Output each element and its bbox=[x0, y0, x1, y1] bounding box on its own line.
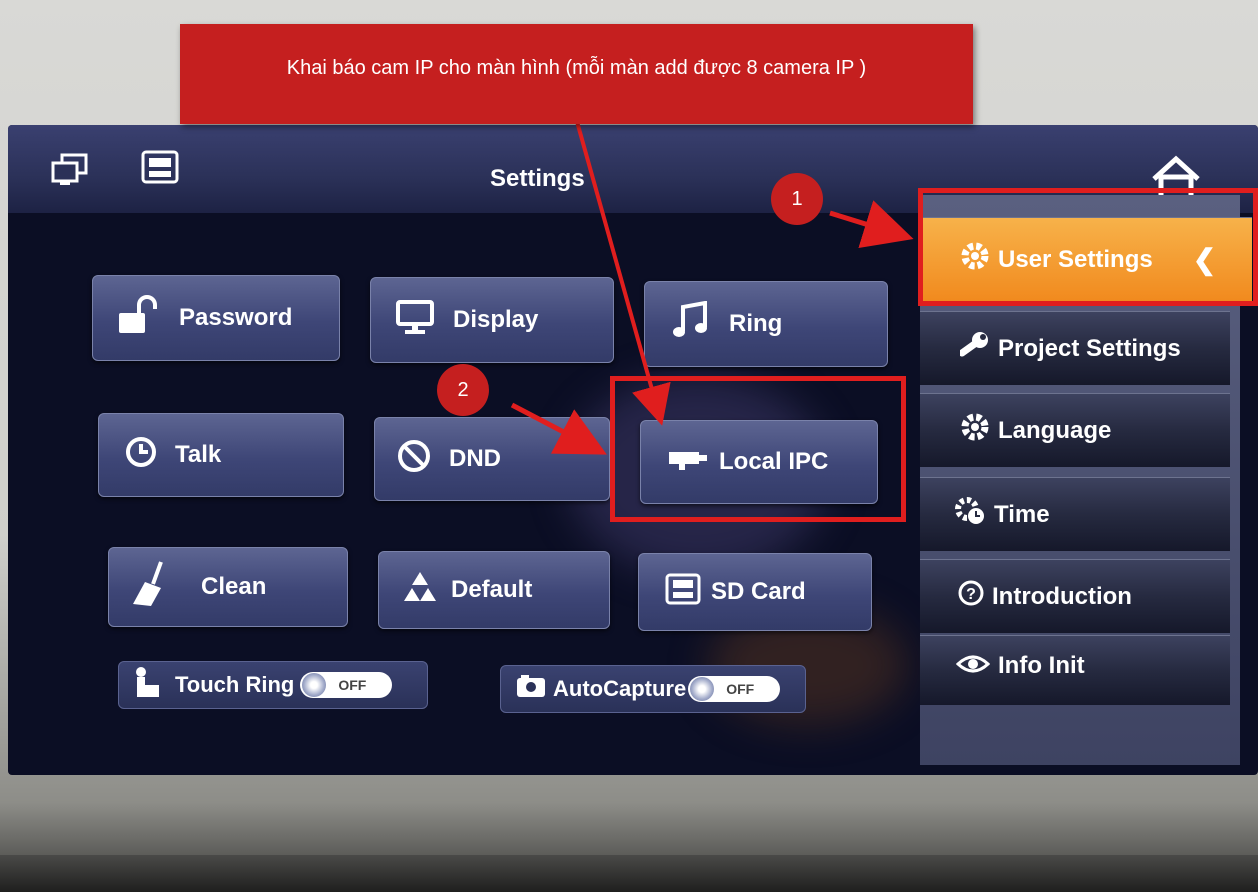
password-label: Password bbox=[179, 304, 293, 331]
password-button[interactable]: Password bbox=[92, 275, 340, 361]
device-bezel-bottom bbox=[0, 855, 1258, 892]
toggle-state: OFF bbox=[726, 681, 755, 697]
default-label: Default bbox=[451, 576, 533, 603]
sidebar-item-label: Language bbox=[998, 416, 1112, 444]
touch-ring-toggle[interactable]: OFF bbox=[300, 672, 393, 698]
toggle-state: OFF bbox=[338, 677, 367, 693]
dnd-button[interactable]: DND bbox=[374, 417, 610, 501]
broom-icon bbox=[131, 560, 171, 615]
annotation-callout: Khai báo cam IP cho màn hình (mỗi màn ad… bbox=[180, 24, 973, 124]
clean-label: Clean bbox=[201, 573, 267, 600]
eye-icon bbox=[955, 652, 991, 683]
page-title: Settings bbox=[490, 165, 585, 192]
auto-capture-row: AutoCapture OFF bbox=[500, 665, 806, 713]
clean-button[interactable]: Clean bbox=[108, 547, 348, 627]
svg-text:?: ? bbox=[966, 586, 976, 603]
sd-card-label: SD Card bbox=[711, 578, 806, 605]
monitor-icon bbox=[395, 299, 435, 342]
highlight-user-settings bbox=[918, 188, 1258, 306]
ring-button[interactable]: Ring bbox=[644, 281, 888, 367]
talk-label: Talk bbox=[175, 441, 222, 468]
sidebar-item-project-settings[interactable]: Project Settings bbox=[920, 311, 1230, 385]
wrench-icon bbox=[958, 331, 990, 366]
sidebar-item-introduction[interactable]: ? Introduction bbox=[920, 559, 1230, 633]
dnd-label: DND bbox=[449, 445, 501, 472]
sidebar-item-language[interactable]: Language bbox=[920, 393, 1230, 467]
auto-capture-toggle[interactable]: OFF bbox=[688, 676, 781, 702]
sidebar-item-label: Time bbox=[994, 500, 1050, 528]
question-icon: ? bbox=[958, 580, 984, 613]
gear-clock-icon bbox=[954, 496, 986, 533]
sidebar-item-label: Introduction bbox=[992, 582, 1132, 610]
sidebar-item-time[interactable]: Time bbox=[920, 477, 1230, 551]
camera-capture-icon bbox=[515, 673, 547, 705]
highlight-local-ipc bbox=[610, 376, 906, 522]
talk-button[interactable]: Talk bbox=[98, 413, 344, 497]
step-badge-2: 2 bbox=[437, 364, 489, 416]
recycle-icon bbox=[401, 569, 439, 612]
display-label: Display bbox=[453, 306, 539, 333]
auto-capture-label: AutoCapture bbox=[553, 676, 687, 701]
step-badge-1: 1 bbox=[771, 173, 823, 225]
sidebar-item-info-init[interactable]: Info Init bbox=[920, 635, 1230, 705]
music-note-icon bbox=[671, 300, 711, 348]
touch-ring-row: Touch Ring OFF bbox=[118, 661, 428, 709]
sd-card-icon bbox=[665, 573, 701, 612]
gear-icon bbox=[960, 412, 990, 449]
sd-card-icon[interactable] bbox=[140, 149, 180, 192]
toggle-knob bbox=[690, 677, 715, 701]
toggle-knob bbox=[302, 673, 327, 697]
sidebar-item-label: Project Settings bbox=[998, 334, 1181, 362]
do-not-disturb-icon bbox=[397, 439, 431, 480]
monitor-icon[interactable] bbox=[50, 153, 90, 192]
sidebar-item-label: Info Init bbox=[998, 652, 1085, 679]
sd-card-button[interactable]: SD Card bbox=[638, 553, 872, 631]
touch-ring-label: Touch Ring bbox=[175, 672, 295, 697]
unlock-icon bbox=[117, 294, 161, 342]
display-button[interactable]: Display bbox=[370, 277, 614, 363]
clock-icon bbox=[125, 436, 157, 475]
default-button[interactable]: Default bbox=[378, 551, 610, 629]
ring-label: Ring bbox=[729, 310, 783, 337]
touch-hand-icon bbox=[131, 665, 163, 705]
